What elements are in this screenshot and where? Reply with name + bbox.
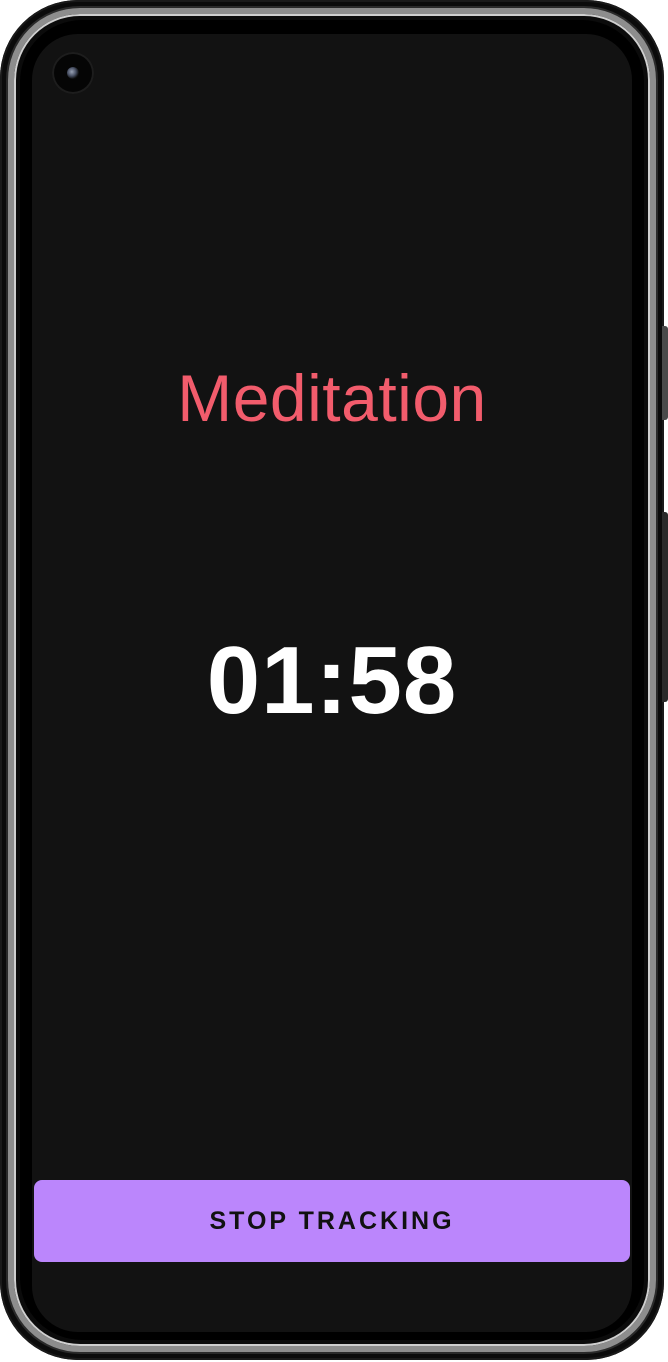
camera-icon [52, 52, 94, 94]
app-screen: Meditation 01:58 STOP TRACKING [32, 34, 632, 1332]
volume-button [662, 512, 668, 702]
power-button [662, 326, 668, 420]
elapsed-timer: 01:58 [206, 627, 458, 734]
activity-title: Meditation [177, 361, 487, 435]
phone-frame: Meditation 01:58 STOP TRACKING [0, 0, 668, 1360]
stop-tracking-button[interactable]: STOP TRACKING [34, 1180, 630, 1262]
